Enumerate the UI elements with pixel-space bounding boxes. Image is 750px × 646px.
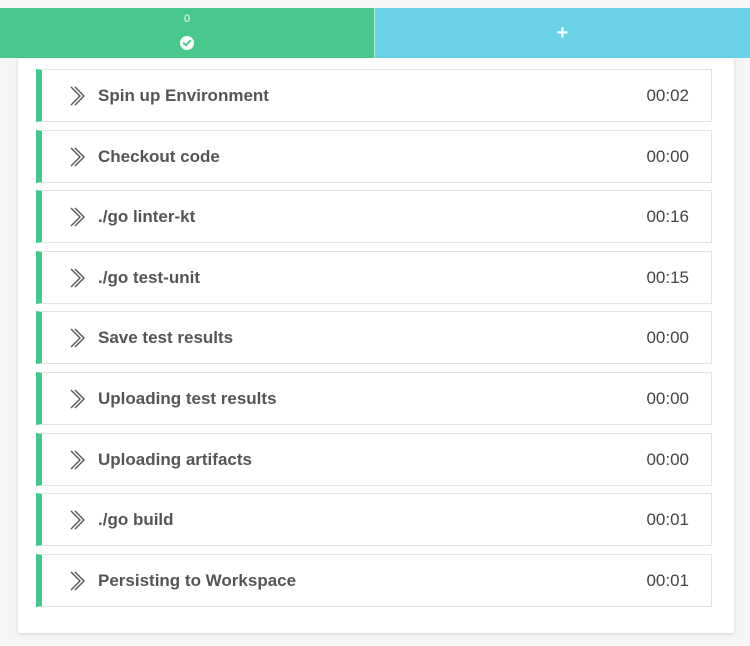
step-row-4[interactable]: Save test results 00:00 [36,311,712,365]
step-name: ./go linter-kt [98,207,196,227]
container-tab-bar: 0 + [0,8,750,58]
container-index: 0 [183,13,191,25]
step-duration: 00:00 [646,328,689,348]
steps-panel: Spin up Environment 00:02 Checkout code … [18,58,734,633]
step-name: Uploading artifacts [98,449,252,469]
step-row-2[interactable]: ./go linter-kt 00:16 [36,190,712,244]
chevron-right-icon [70,147,85,167]
step-row-8[interactable]: Persisting to Workspace 00:01 [36,553,712,607]
chevron-right-icon [70,510,85,530]
chevron-right-icon [70,571,85,591]
chevron-right-icon [70,207,85,227]
chevron-right-icon [70,328,85,348]
step-row-3[interactable]: ./go test-unit 00:15 [36,250,712,304]
step-duration: 00:00 [646,146,689,166]
step-row-0[interactable]: Spin up Environment 00:02 [36,69,712,122]
step-duration: 00:15 [646,267,689,287]
chevron-right-icon [70,86,85,106]
step-name: Save test results [98,328,234,348]
check-circle-icon [180,36,194,50]
add-container-tab[interactable]: + [375,8,750,58]
step-name: Spin up Environment [98,86,269,105]
container-tab-0[interactable]: 0 [0,8,375,58]
step-name: Persisting to Workspace [98,570,297,590]
step-row-1[interactable]: Checkout code 00:00 [36,129,712,183]
step-row-6[interactable]: Uploading artifacts 00:00 [36,432,712,486]
step-duration: 00:01 [646,570,689,590]
chevron-right-icon [70,389,85,409]
plus-icon: + [556,22,569,44]
step-name: Checkout code [98,146,220,166]
step-name: ./go test-unit [98,267,200,287]
step-name: ./go build [98,510,174,530]
chevron-right-icon [70,268,85,288]
step-row-5[interactable]: Uploading test results 00:00 [36,372,712,425]
step-duration: 00:00 [646,449,689,469]
step-duration: 00:16 [646,207,689,227]
step-duration: 00:02 [646,86,689,105]
step-duration: 00:00 [646,389,689,408]
step-name: Uploading test results [98,389,277,408]
step-duration: 00:01 [646,510,689,530]
chevron-right-icon [70,450,85,470]
step-row-7[interactable]: ./go build 00:01 [36,493,712,547]
